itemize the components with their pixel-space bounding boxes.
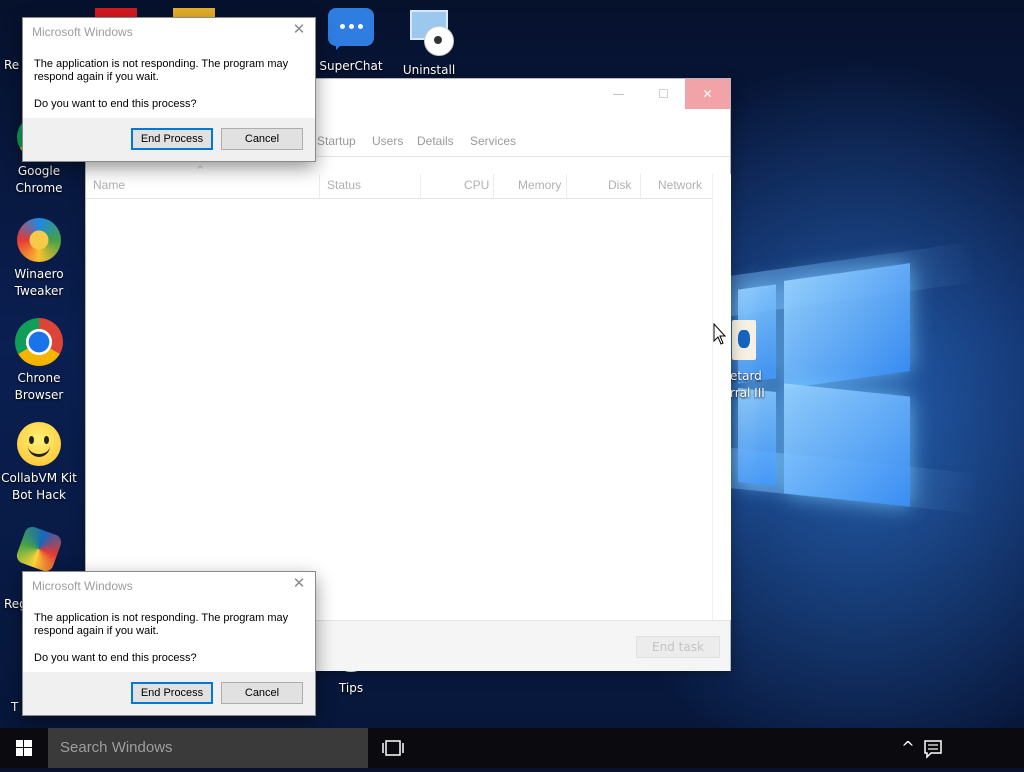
mouse-cursor-icon bbox=[713, 323, 727, 345]
chat-bubble-icon bbox=[328, 8, 374, 50]
smiley-icon bbox=[17, 422, 61, 466]
column-divider bbox=[420, 174, 421, 198]
windows-logo-icon bbox=[16, 740, 32, 756]
windows-logo-pane bbox=[784, 383, 910, 507]
column-disk[interactable]: Disk bbox=[608, 178, 631, 192]
dialog-button-area: End Process Cancel bbox=[23, 118, 315, 161]
desktop-icon-label: Uninstall bbox=[402, 63, 456, 77]
close-button[interactable]: ✕ bbox=[685, 79, 730, 109]
column-divider bbox=[319, 174, 320, 198]
uninstall-icon bbox=[406, 8, 454, 58]
dialog-question: Do you want to end this process? bbox=[34, 652, 197, 664]
desktop-icon-label: Winaero Tweaker bbox=[14, 267, 64, 298]
end-process-button[interactable]: End Process bbox=[131, 682, 213, 704]
column-cpu[interactable]: CPU bbox=[464, 178, 489, 192]
dialog-title: Microsoft Windows bbox=[32, 579, 133, 593]
column-network[interactable]: Network bbox=[658, 178, 702, 192]
desktop-icon-label: Google Chrome bbox=[15, 164, 63, 195]
column-divider bbox=[493, 174, 494, 198]
show-hidden-icons-button[interactable]: ^ bbox=[898, 728, 918, 768]
windows-logo-pane bbox=[738, 388, 776, 486]
column-memory[interactable]: Memory bbox=[518, 178, 561, 192]
end-task-button[interactable]: End task bbox=[636, 636, 720, 658]
desktop-icon-uninstall[interactable]: Uninstall bbox=[389, 8, 469, 79]
dialog-message: The application is not responding. The p… bbox=[34, 58, 289, 83]
task-view-icon bbox=[382, 740, 404, 756]
maximize-button[interactable]: ☐ bbox=[641, 79, 686, 109]
dialog-title: Microsoft Windows bbox=[32, 25, 133, 39]
column-divider bbox=[566, 174, 567, 198]
cancel-button[interactable]: Cancel bbox=[221, 682, 303, 704]
close-icon[interactable]: ✕ bbox=[291, 22, 307, 38]
not-responding-dialog[interactable]: Microsoft Windows ✕ The application is n… bbox=[23, 18, 315, 161]
task-view-button[interactable] bbox=[380, 728, 406, 768]
desktop-icon-label: SuperChat bbox=[319, 59, 383, 73]
action-center-button[interactable] bbox=[922, 728, 944, 768]
minimize-button[interactable]: — bbox=[596, 79, 641, 109]
start-button[interactable] bbox=[0, 728, 48, 768]
end-process-button[interactable]: End Process bbox=[131, 128, 213, 150]
desktop-icon-winaero-tweaker[interactable]: Winaero Tweaker bbox=[0, 218, 79, 300]
dialog-message: The application is not responding. The p… bbox=[34, 612, 289, 637]
desktop-icon-registry[interactable] bbox=[0, 524, 79, 574]
desktop-icon-superchat[interactable]: SuperChat bbox=[311, 8, 391, 75]
document-icon bbox=[732, 320, 756, 360]
desktop-icon-collabvm-kit[interactable]: CollabVM Kit Bot Hack bbox=[0, 422, 79, 504]
not-responding-dialog[interactable]: Microsoft Windows ✕ The application is n… bbox=[23, 572, 315, 715]
tab-details[interactable]: Details bbox=[417, 134, 454, 148]
dialog-button-area: End Process Cancel bbox=[23, 672, 315, 715]
desktop-icon-label: CollabVM Kit Bot Hack bbox=[1, 471, 77, 502]
dialog-question: Do you want to end this process? bbox=[34, 98, 197, 110]
chrome-icon bbox=[15, 318, 63, 366]
vertical-scrollbar[interactable] bbox=[712, 174, 731, 620]
winaero-tweaker-icon bbox=[17, 218, 61, 262]
desktop-icon-label: Chrone Browser bbox=[14, 371, 64, 402]
column-divider bbox=[640, 174, 641, 198]
taskbar: Search Windows ^ bbox=[0, 728, 1024, 768]
search-box[interactable]: Search Windows bbox=[48, 728, 368, 768]
desktop-icon-label: Tips bbox=[338, 681, 364, 695]
column-name[interactable]: Name bbox=[93, 178, 125, 192]
registry-editor-icon bbox=[14, 524, 64, 574]
cancel-button[interactable]: Cancel bbox=[221, 128, 303, 150]
tab-users[interactable]: Users bbox=[372, 134, 403, 148]
column-status[interactable]: Status bbox=[327, 178, 361, 192]
notification-icon bbox=[924, 740, 942, 759]
windows-logo-pane bbox=[784, 263, 910, 389]
close-icon[interactable]: ✕ bbox=[291, 576, 307, 592]
tab-startup[interactable]: Startup bbox=[317, 134, 356, 148]
desktop-icon-chrone-browser[interactable]: Chrone Browser bbox=[0, 318, 79, 404]
process-table-header: Name Status CPU Memory Disk Network bbox=[86, 174, 712, 199]
tab-services[interactable]: Services bbox=[470, 134, 516, 148]
